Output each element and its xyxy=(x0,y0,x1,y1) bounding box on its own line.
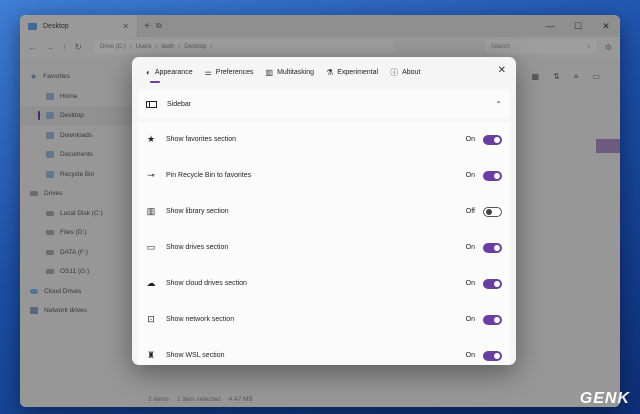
option-label: Show network section xyxy=(166,316,235,324)
multitasking-icon: ▥ xyxy=(265,67,274,77)
tab-label: About xyxy=(402,68,421,76)
option-label: Show drives section xyxy=(166,244,229,252)
tab-preferences[interactable]: ⚌ Preferences xyxy=(199,57,260,87)
library-toggle[interactable] xyxy=(483,206,502,217)
drive-icon: ▭ xyxy=(146,242,156,253)
option-row: ⊡ Show network section On xyxy=(138,302,510,338)
option-state: On xyxy=(465,280,475,288)
chevron-up-icon[interactable]: ⌃ xyxy=(495,100,502,109)
pin-icon: ⊸ xyxy=(147,170,155,181)
tab-label: Preferences xyxy=(215,68,254,76)
watermark-text: GEN xyxy=(579,390,618,407)
settings-tab-bar: ◐ Appearance ⚌ Preferences ▥ Multitaskin… xyxy=(132,57,516,87)
option-label: Show favorites section xyxy=(166,136,237,144)
pin-recycle-bin-toggle[interactable] xyxy=(483,170,502,181)
section-label: Sidebar xyxy=(167,100,192,108)
sliders-icon: ⚌ xyxy=(204,67,212,77)
library-icon: ▥ xyxy=(146,206,156,217)
tab-about[interactable]: ⓘ About xyxy=(384,57,426,87)
cloud-icon: ☁ xyxy=(146,278,156,289)
option-label: Show WSL section xyxy=(166,352,225,360)
close-icon[interactable]: ✕ xyxy=(498,65,506,76)
tab-label: Experimental xyxy=(337,68,379,76)
option-row: ★ Show favorites section On xyxy=(138,122,510,158)
tab-label: Multitasking xyxy=(277,68,315,76)
option-label: Pin Recycle Bin to favorites xyxy=(166,172,252,180)
star-icon: ★ xyxy=(146,134,156,145)
option-label: Show library section xyxy=(166,208,229,216)
option-state: On xyxy=(465,244,475,252)
network-icon: ⊡ xyxy=(147,314,155,325)
option-state: Off xyxy=(465,208,475,216)
drives-toggle[interactable] xyxy=(483,242,502,253)
flask-icon: ⚗ xyxy=(326,67,334,77)
option-row: ▥ Show library section Off xyxy=(138,194,510,230)
sidebar-icon xyxy=(146,100,157,108)
genk-watermark-logo: GENK xyxy=(580,390,630,408)
option-state: On xyxy=(465,352,475,360)
tab-multitasking[interactable]: ▥ Multitasking xyxy=(260,57,321,87)
tab-label: Appearance xyxy=(154,68,193,76)
option-row: ♜ Show WSL section On xyxy=(138,338,510,365)
tab-experimental[interactable]: ⚗ Experimental xyxy=(320,57,384,87)
option-row: ▭ Show drives section On xyxy=(138,230,510,266)
favorites-toggle[interactable] xyxy=(483,134,502,145)
option-row: ⊸ Pin Recycle Bin to favorites On xyxy=(138,158,510,194)
network-toggle[interactable] xyxy=(483,314,502,325)
option-state: On xyxy=(465,136,475,144)
tab-appearance[interactable]: ◐ Appearance xyxy=(140,57,199,87)
sidebar-section-header[interactable]: Sidebar ⌃ xyxy=(138,89,510,119)
watermark-text: K xyxy=(617,390,630,407)
info-icon: ⓘ xyxy=(390,67,399,77)
settings-dialog: ◐ Appearance ⚌ Preferences ▥ Multitaskin… xyxy=(132,57,516,365)
option-state: On xyxy=(465,172,475,180)
palette-icon: ◐ xyxy=(146,67,151,77)
linux-icon: ♜ xyxy=(146,350,156,361)
settings-content: Sidebar ⌃ ★ Show favorites section On ⊸ … xyxy=(132,87,516,365)
cloud-drives-toggle[interactable] xyxy=(483,278,502,289)
wsl-toggle[interactable] xyxy=(483,350,502,361)
option-label: Show cloud drives section xyxy=(166,280,247,288)
option-state: On xyxy=(465,316,475,324)
option-row: ☁ Show cloud drives section On xyxy=(138,266,510,302)
